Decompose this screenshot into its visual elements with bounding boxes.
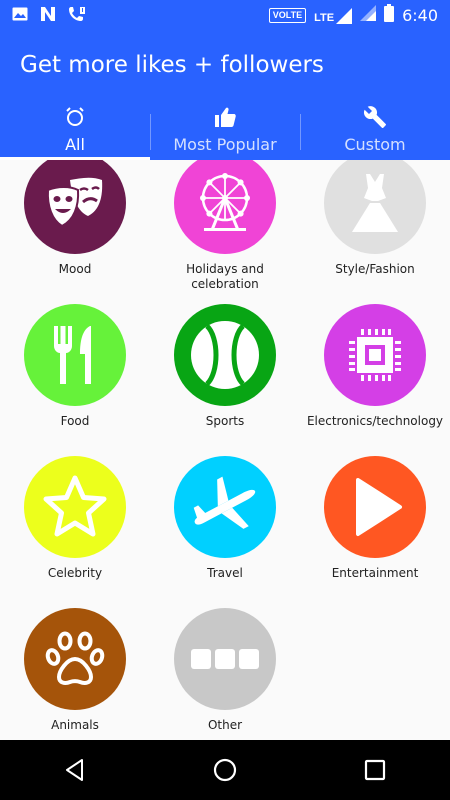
category-label: Travel [207, 566, 243, 580]
signal-icon [360, 5, 377, 26]
tab-label: All [65, 135, 85, 154]
clock-icon [63, 105, 87, 129]
thumbs-up-icon [213, 105, 237, 129]
tab-label: Most Popular [173, 135, 277, 154]
category-sports[interactable]: Sports [150, 304, 300, 456]
volte-badge: VOLTE [268, 8, 307, 23]
tab-divider [150, 114, 151, 150]
category-label: Mood [58, 262, 92, 276]
more-icon [191, 649, 259, 669]
tab-label: Custom [344, 135, 406, 154]
tab-divider [300, 114, 301, 150]
category-animals[interactable]: Animals [0, 608, 150, 740]
category-entertainment[interactable]: Entertainment [300, 456, 450, 608]
category-holidays[interactable]: Holidays and celebration [150, 160, 300, 304]
category-label: Celebrity [47, 566, 103, 580]
category-grid-scroll[interactable]: Mood Holidays and celebration Style/Fash… [0, 160, 450, 740]
back-icon [66, 759, 83, 781]
paw-icon [45, 631, 105, 685]
lte-label: LTE [314, 11, 335, 24]
category-label: Animals [51, 718, 99, 732]
category-label: Entertainment [331, 566, 419, 580]
ferris-wheel-icon [200, 173, 250, 231]
category-circle [24, 456, 126, 558]
category-circle [174, 608, 276, 710]
tab-all[interactable]: All [0, 102, 150, 160]
category-label: Food [60, 414, 90, 428]
star-icon [43, 475, 107, 537]
tab-most-popular[interactable]: Most Popular [150, 102, 300, 160]
category-circle [324, 456, 426, 558]
category-mood[interactable]: Mood [0, 160, 150, 304]
category-label: Holidays and celebration [186, 262, 264, 291]
system-nav-bar [0, 740, 450, 800]
category-circle [174, 304, 276, 406]
phone-icon [68, 6, 86, 27]
status-bar: VOLTE LTE 6:40 [0, 0, 450, 30]
tab-bar: All Most Popular Custom [0, 102, 450, 160]
tab-custom[interactable]: Custom [300, 102, 450, 160]
category-electronics[interactable]: Electronics/technology [300, 304, 450, 456]
category-circle [24, 304, 126, 406]
category-label: Sports [205, 414, 245, 428]
category-circle [324, 160, 426, 254]
category-food[interactable]: Food [0, 304, 150, 456]
category-circle [24, 608, 126, 710]
image-icon [12, 7, 28, 26]
app-bar: Get more likes + followers [0, 30, 450, 102]
tennis-ball-icon [191, 321, 259, 389]
page-title: Get more likes + followers [20, 52, 324, 78]
category-other[interactable]: Other [150, 608, 300, 740]
home-icon [213, 758, 237, 782]
dress-icon [352, 174, 398, 232]
category-circle [174, 456, 276, 558]
play-icon [356, 478, 402, 536]
category-circle [324, 304, 426, 406]
home-button[interactable] [195, 740, 255, 800]
recents-button[interactable] [345, 740, 405, 800]
lte-signal-icon: LTE [314, 7, 353, 24]
theater-masks-icon [46, 177, 103, 228]
recents-icon [364, 759, 386, 781]
n-icon [40, 6, 56, 27]
category-grid: Mood Holidays and celebration Style/Fash… [0, 160, 450, 740]
back-button[interactable] [45, 740, 105, 800]
category-travel[interactable]: Travel [150, 456, 300, 608]
category-label: Other [207, 718, 243, 732]
wrench-icon [363, 105, 387, 129]
category-circle [24, 160, 126, 254]
category-celebrity[interactable]: Celebrity [0, 456, 150, 608]
chip-icon [349, 329, 401, 381]
category-circle [174, 160, 276, 254]
fork-knife-icon [54, 326, 91, 384]
category-label: Electronics/technology [306, 414, 444, 428]
category-label: Style/Fashion [335, 262, 415, 276]
clock: 6:40 [402, 6, 438, 25]
category-style-fashion[interactable]: Style/Fashion [300, 160, 450, 304]
airplane-icon [193, 476, 256, 529]
battery-icon [384, 4, 395, 27]
